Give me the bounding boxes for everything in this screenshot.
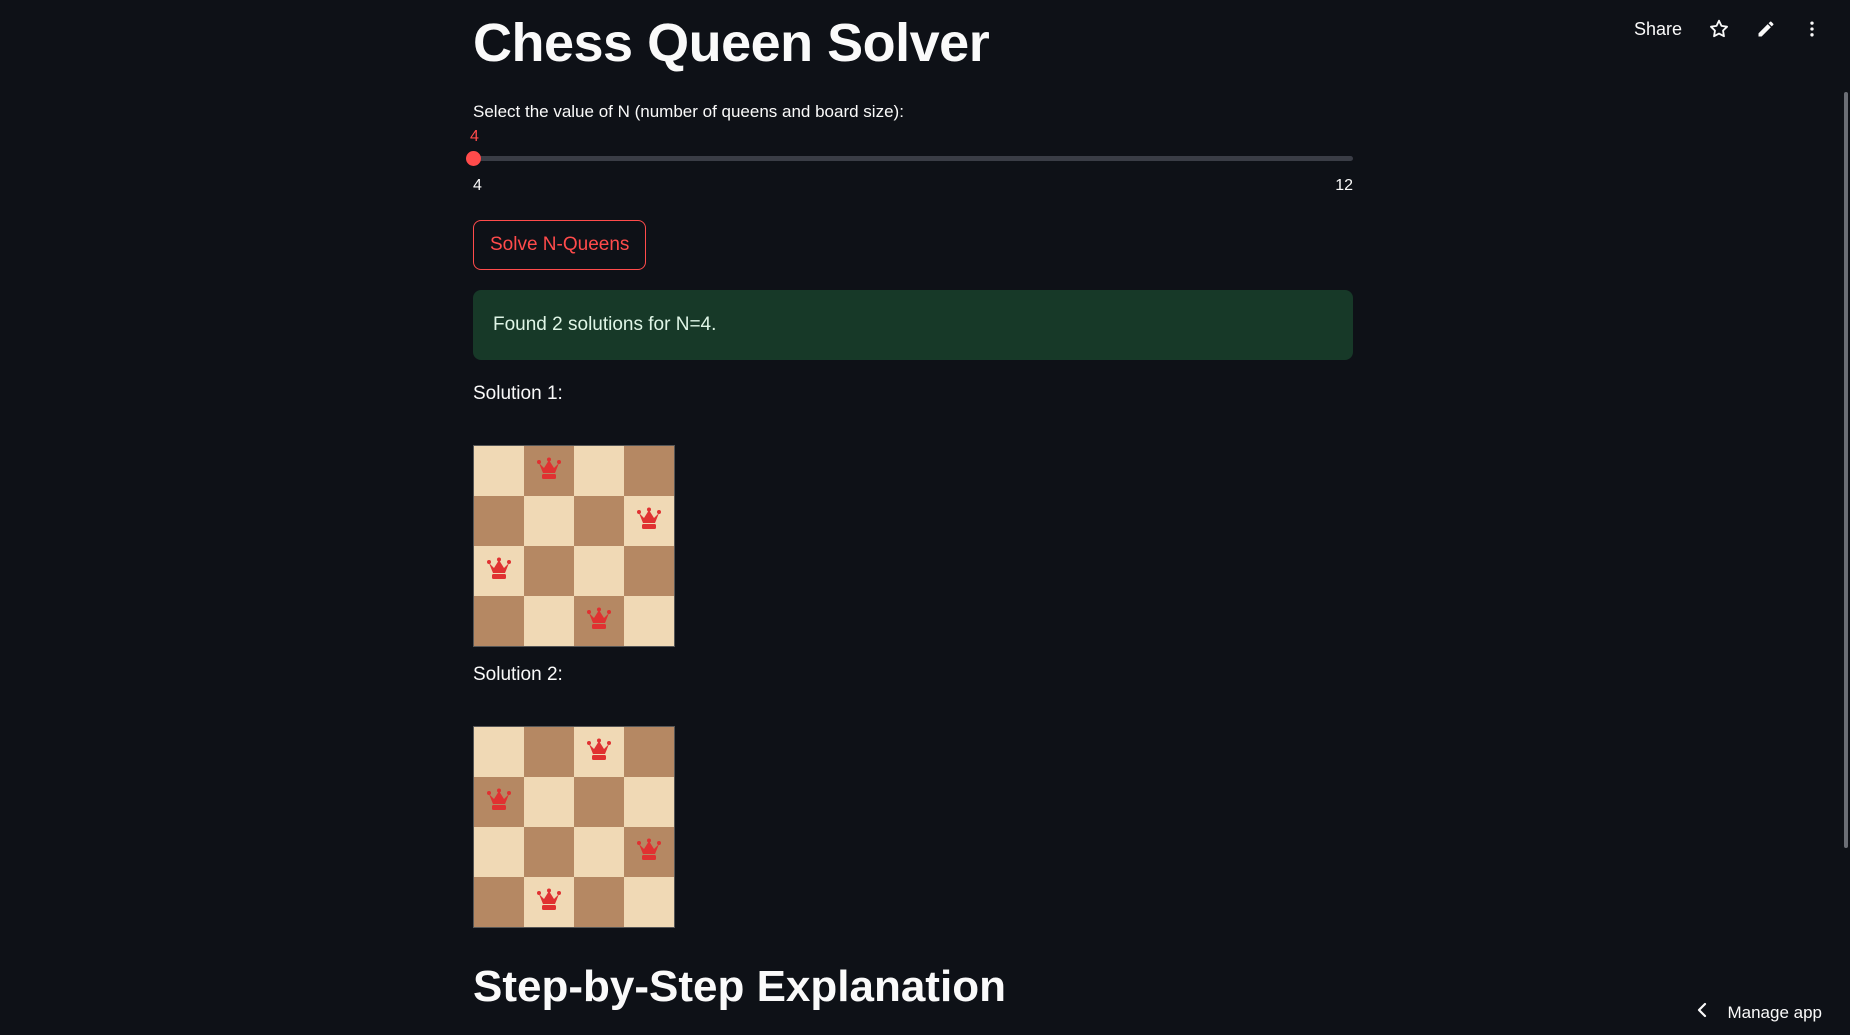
board-square <box>574 727 624 777</box>
board-square <box>574 777 624 827</box>
section-heading: Step-by-Step Explanation <box>473 962 1006 1011</box>
board-square <box>524 446 574 496</box>
board-square <box>524 596 574 646</box>
queen-icon <box>486 556 512 587</box>
more-vertical-icon[interactable] <box>1802 18 1822 40</box>
queen-icon <box>536 456 562 487</box>
chevron-left-icon <box>1695 1002 1709 1023</box>
queen-icon <box>636 506 662 537</box>
success-message: Found 2 solutions for N=4. <box>493 314 717 335</box>
board-square <box>524 727 574 777</box>
chessboard <box>473 726 675 928</box>
manage-app-label: Manage app <box>1727 1002 1822 1022</box>
pencil-icon[interactable] <box>1756 19 1776 39</box>
success-alert: Found 2 solutions for N=4. <box>473 290 1353 360</box>
share-button[interactable]: Share <box>1634 19 1682 40</box>
slider-min-label: 4 <box>473 177 482 194</box>
solution-label: Solution 2: <box>473 664 563 685</box>
board-square <box>624 727 674 777</box>
board-square <box>474 877 524 927</box>
board-square <box>474 827 524 877</box>
board-square <box>524 546 574 596</box>
board-square <box>474 496 524 546</box>
board-square <box>574 496 624 546</box>
page-scrollbar[interactable] <box>1844 92 1848 848</box>
page-title: Chess Queen Solver <box>473 13 990 73</box>
board-square <box>624 446 674 496</box>
slider-current-value: 4 <box>470 128 479 145</box>
queen-icon <box>586 737 612 768</box>
n-slider[interactable]: 4 4 12 <box>466 128 1353 194</box>
queen-icon <box>586 606 612 637</box>
board-square <box>524 827 574 877</box>
slider-max-label: 12 <box>1335 177 1353 194</box>
board-square <box>624 877 674 927</box>
board-square <box>524 496 574 546</box>
queen-icon <box>636 837 662 868</box>
manage-app-button[interactable]: Manage app <box>1695 1002 1822 1023</box>
board-square <box>474 546 524 596</box>
slider-thumb[interactable] <box>466 151 481 166</box>
header-toolbar: Share <box>1634 14 1822 44</box>
solve-button[interactable]: Solve N-Queens <box>473 220 647 270</box>
board-square <box>574 596 624 646</box>
board-square <box>474 596 524 646</box>
slider-track[interactable] <box>473 156 1353 161</box>
board-square <box>574 827 624 877</box>
chessboard <box>473 445 675 647</box>
board-square <box>574 446 624 496</box>
queen-icon <box>486 787 512 818</box>
star-icon[interactable] <box>1708 18 1730 40</box>
board-square <box>624 496 674 546</box>
board-square <box>524 877 574 927</box>
board-square <box>474 446 524 496</box>
board-square <box>474 727 524 777</box>
board-square <box>624 777 674 827</box>
board-square <box>624 596 674 646</box>
app-root: Share Chess Queen Solver Select the valu… <box>0 0 1850 1035</box>
board-square <box>624 546 674 596</box>
board-square <box>624 827 674 877</box>
solution-label: Solution 1: <box>473 383 563 404</box>
queen-icon <box>536 887 562 918</box>
board-square <box>574 546 624 596</box>
slider-label: Select the value of N (number of queens … <box>473 102 904 121</box>
board-square <box>574 877 624 927</box>
board-square <box>524 777 574 827</box>
board-square <box>474 777 524 827</box>
